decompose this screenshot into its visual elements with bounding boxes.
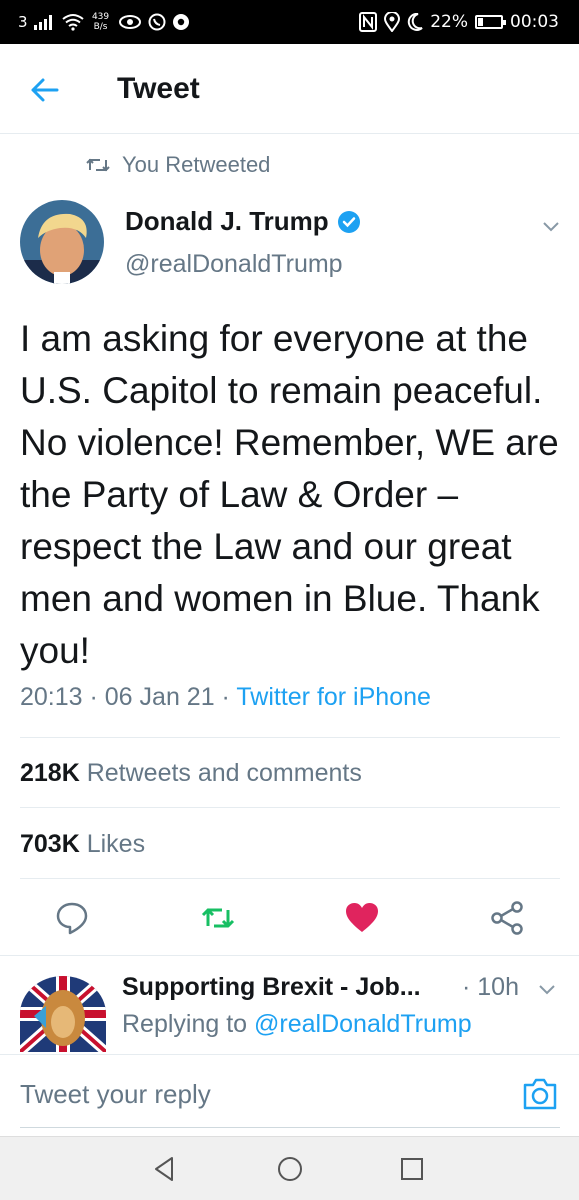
tweet-date: 06 Jan 21 [104,683,215,711]
author-name[interactable]: Donald J. Trump [125,206,329,237]
heart-icon[interactable] [344,900,380,936]
replying-to: Replying to @realDonaldTrump [122,1010,472,1039]
whatsapp-icon [148,13,166,31]
chevron-down-icon[interactable] [540,215,562,237]
nfc-icon [359,12,378,32]
reply-author-name[interactable]: Supporting Brexit - Job... [122,973,421,1002]
sim-label: 3 [18,13,28,31]
status-time: 00:03 [510,12,559,32]
input-underline [20,1127,560,1128]
reply-time: · 10h [462,973,519,1001]
net-speed-value: 439 [91,12,110,22]
retweet-context: You Retweeted [86,152,270,178]
nav-home-icon[interactable] [275,1154,305,1184]
replying-handle-link[interactable]: @realDonaldTrump [254,1010,472,1038]
wifi-icon [61,14,84,31]
share-icon[interactable] [489,900,525,936]
retweets-count: 218K [20,759,80,787]
author-avatar[interactable] [20,200,104,284]
system-nav-bar [0,1136,579,1200]
meta-separator: · [82,683,105,711]
eye-icon [118,15,141,29]
retweet-icon[interactable] [200,900,236,936]
meta-separator: · [214,683,237,711]
tweet-source-link[interactable]: Twitter for iPhone [236,683,431,711]
page-title: Tweet [117,72,200,105]
chevron-down-icon[interactable] [536,978,558,1000]
likes-stat[interactable]: 703K Likes [20,830,145,859]
author-name-row[interactable]: Donald J. Trump [125,206,361,237]
verified-badge-icon [337,210,360,233]
battery-fill [478,18,483,26]
nav-back-icon[interactable] [150,1154,180,1184]
nav-recents-icon[interactable] [397,1154,427,1184]
action-bar [0,880,579,955]
retweet-context-label: You Retweeted [122,152,271,177]
chrome-icon [172,14,189,30]
net-speed: 439 B/s [90,12,112,32]
reply-avatar[interactable] [20,976,106,1052]
divider [20,807,560,808]
back-arrow-icon[interactable] [28,74,60,106]
reply-separator [0,955,579,963]
retweet-small-icon [86,158,110,172]
likes-label: Likes [86,830,146,858]
reply-input[interactable] [20,1079,500,1110]
tweet-time: 20:13 [20,683,83,711]
likes-count: 703K [20,830,80,858]
battery-icon [475,15,506,29]
app-header: Tweet [0,44,579,134]
reply-composer [0,1054,579,1136]
status-left: 3 439 B/s [18,0,190,44]
retweets-label: Retweets and comments [86,759,362,787]
do-not-disturb-moon-icon [408,13,423,31]
divider [20,737,560,738]
tweet-meta: 20:13 · 06 Jan 21 · Twitter for iPhone [20,683,431,712]
status-right: 22% 00:03 [359,0,559,44]
retweets-stat[interactable]: 218K Retweets and comments [20,759,362,788]
comment-icon[interactable] [54,900,90,936]
battery-percent: 22% [430,12,468,32]
camera-icon[interactable] [522,1077,558,1111]
location-icon [384,12,401,32]
divider [20,878,560,879]
net-speed-unit: B/s [93,22,108,32]
tweet-text: I am asking for everyone at the U.S. Cap… [20,318,559,671]
author-handle[interactable]: @realDonaldTrump [125,250,343,279]
replying-prefix: Replying to [122,1010,255,1038]
signal-icon [33,15,52,30]
status-bar: 3 439 B/s 22% 00:03 [0,0,579,44]
